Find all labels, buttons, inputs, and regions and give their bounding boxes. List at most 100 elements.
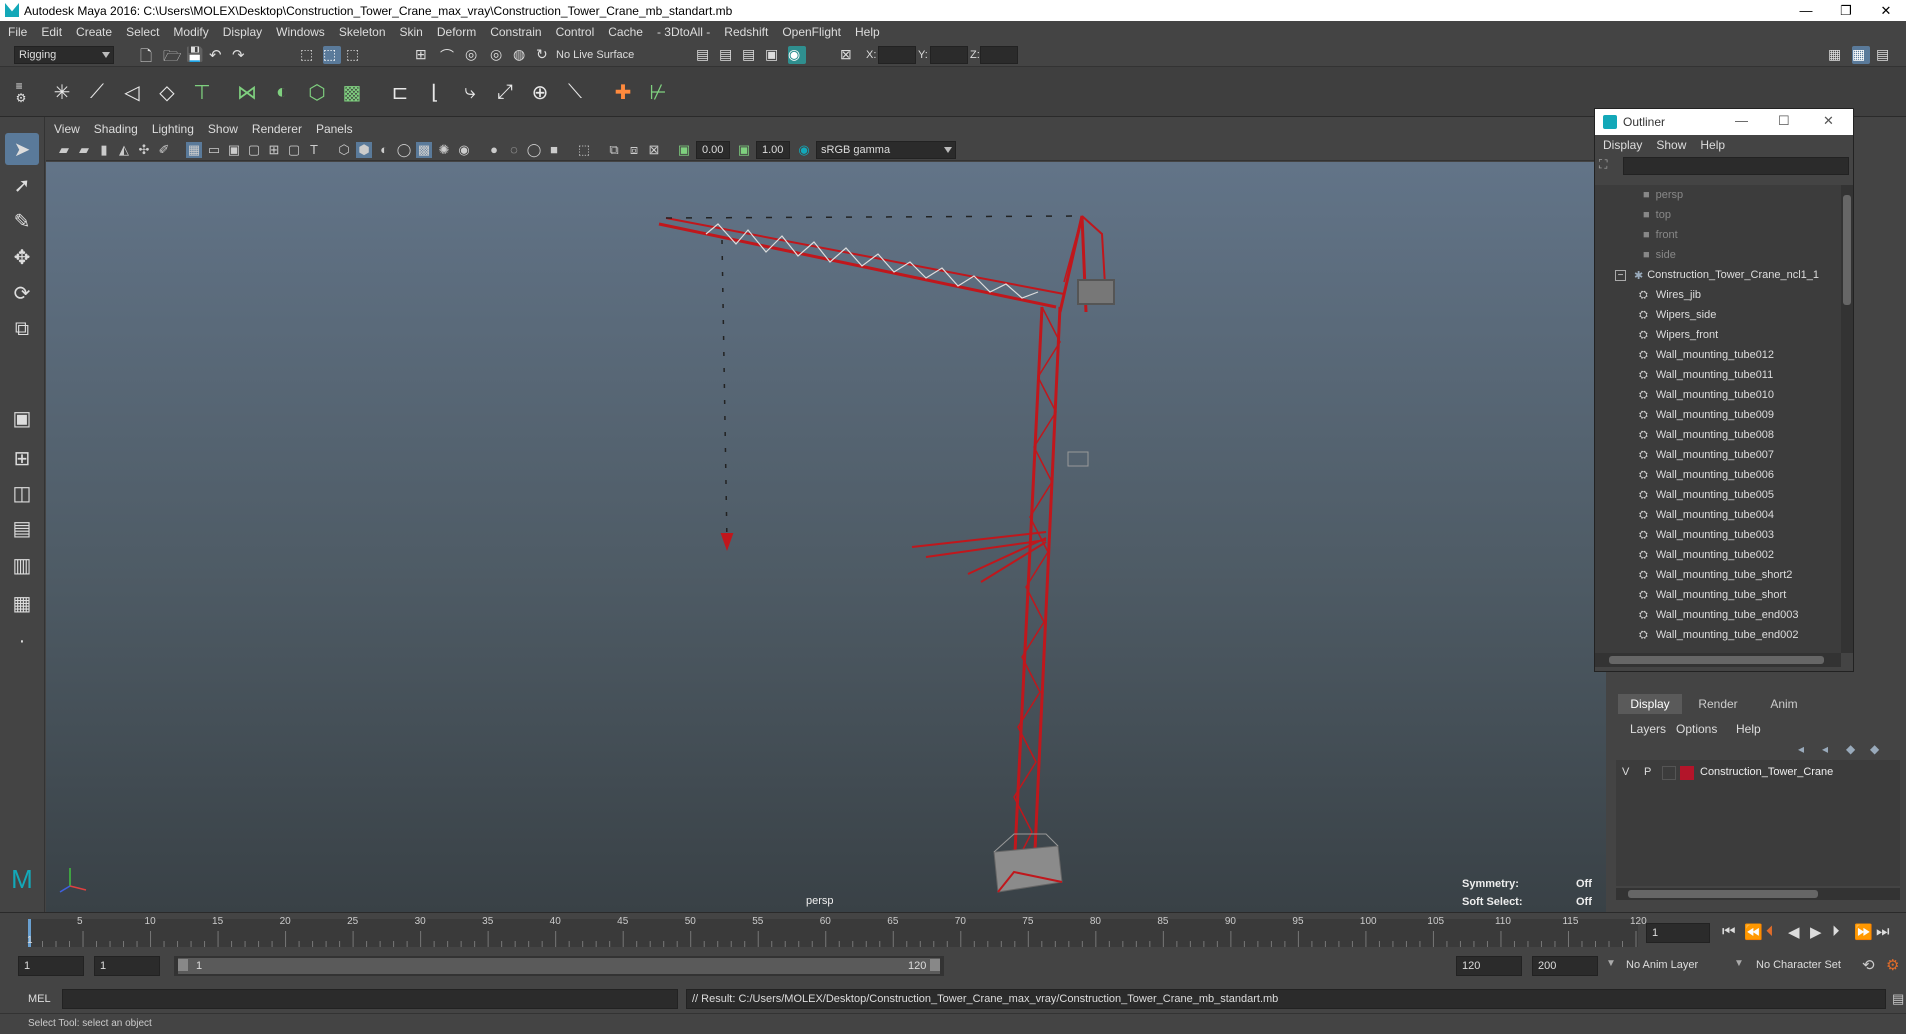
range-slider[interactable]: 1 120 [174, 956, 944, 976]
channel-box-toggle-icon[interactable]: ▦ [1852, 46, 1870, 64]
menu-windows[interactable]: Windows [276, 25, 325, 39]
move-layer-up-icon[interactable]: ◂ [1798, 742, 1804, 756]
outliner-menu-display[interactable]: Display [1603, 138, 1642, 152]
gamma-icon[interactable]: ▣ [736, 142, 752, 158]
exposure-icon[interactable]: ▣ [676, 142, 692, 158]
outliner-item[interactable]: ⛭ Wipers_side [1595, 305, 1840, 325]
flat-shade-icon[interactable]: ◐ [376, 142, 392, 158]
outliner-menu-show[interactable]: Show [1656, 138, 1686, 152]
play-forward-icon[interactable]: ▶ [1810, 923, 1822, 941]
rigid-bind-icon[interactable]: ⬡ [302, 77, 332, 107]
ao-icon[interactable]: ● [486, 142, 502, 158]
grease-pencil-icon[interactable]: ✐ [156, 142, 172, 158]
close-icon[interactable]: ✕ [1866, 0, 1906, 21]
bookmark-icon[interactable]: ▮ [96, 142, 112, 158]
ik-handle-icon[interactable]: ⟋ [82, 77, 112, 107]
quick-layout-icon[interactable]: ▣ [5, 402, 39, 434]
smooth-bind-icon[interactable]: ◐ [267, 77, 297, 107]
shadows-icon[interactable]: ◉ [456, 142, 472, 158]
attribute-editor-toggle-icon[interactable]: ▤ [1876, 46, 1894, 64]
outliner-item[interactable]: ⛭ Wall_mounting_tube003 [1595, 525, 1840, 545]
outliner-item[interactable]: ⛭ Wall_mounting_tube005 [1595, 485, 1840, 505]
paint-select-icon[interactable]: ✎ [5, 205, 39, 237]
outliner-item[interactable]: ⛭ Wall_mounting_tube_short2 [1595, 565, 1840, 585]
render-frame-icon[interactable]: ▤ [696, 46, 714, 64]
outliner-item[interactable]: ⛭ Wall_mounting_tube011 [1595, 365, 1840, 385]
mirror-joint-icon[interactable]: ⊤ [187, 77, 217, 107]
snap-point-icon[interactable]: ◎ [465, 46, 483, 64]
preferences-icon[interactable]: ⚙ [1886, 956, 1899, 974]
film-gate-icon[interactable]: ▭ [206, 142, 222, 158]
scroll-thumb[interactable] [1628, 890, 1818, 898]
outliner-item[interactable]: ⛭ Wall_mounting_tube009 [1595, 405, 1840, 425]
wireframe-icon[interactable]: ⬡ [336, 142, 352, 158]
lasso-tool-icon[interactable]: ➚ [5, 169, 39, 201]
2d-pan-icon[interactable]: ✣ [136, 142, 152, 158]
render-layout-icon[interactable]: ▦ [5, 587, 39, 619]
tab-render[interactable]: Render [1686, 694, 1750, 714]
perspective-viewport[interactable]: persp Symmetry: Off Soft Select: Off [46, 162, 1606, 912]
menu-edit[interactable]: Edit [41, 25, 62, 39]
command-input[interactable] [62, 989, 678, 1009]
restore-icon[interactable]: ❐ [1826, 0, 1866, 21]
layer-color-swatch[interactable] [1680, 766, 1694, 780]
crane-model[interactable] [46, 162, 1606, 912]
collapse-icon[interactable]: − [1615, 269, 1626, 281]
save-scene-icon[interactable]: 💾 [186, 46, 204, 64]
resolution-gate-icon[interactable]: ▣ [226, 142, 242, 158]
menu-file[interactable]: File [8, 25, 27, 39]
select-tool-icon[interactable]: ➤ [5, 133, 39, 165]
aa-icon[interactable]: ◯ [526, 142, 542, 158]
camera-select-icon[interactable]: ▰ [56, 142, 72, 158]
grid-icon[interactable]: ▦ [186, 142, 202, 158]
y-input[interactable] [930, 46, 968, 64]
scale-tool-icon[interactable]: ⧉ [5, 313, 39, 345]
panel-menu-renderer[interactable]: Renderer [252, 122, 302, 136]
menu-select[interactable]: Select [126, 25, 159, 39]
panel-menu-shading[interactable]: Shading [94, 122, 138, 136]
layer-menu-help[interactable]: Help [1736, 722, 1761, 736]
xray-components-icon[interactable]: ⊠ [646, 142, 662, 158]
field-chart-icon[interactable]: ⊞ [266, 142, 282, 158]
range-slider-handle[interactable] [178, 958, 940, 974]
cluster-icon[interactable]: ⊬ [643, 77, 673, 107]
tab-display[interactable]: Display [1618, 694, 1682, 714]
transform-mode-icon[interactable]: ⊠ [840, 46, 858, 64]
outliner-vscrollbar[interactable] [1841, 185, 1853, 653]
layer-state-toggle[interactable] [1662, 766, 1676, 780]
menu-skeleton[interactable]: Skeleton [339, 25, 386, 39]
outliner-item[interactable]: ⛭ Wall_mounting_tube004 [1595, 505, 1840, 525]
safe-action-icon[interactable]: ▢ [286, 142, 302, 158]
menu-display[interactable]: Display [223, 25, 262, 39]
new-scene-icon[interactable]: 🗋 [140, 46, 158, 65]
panel-menu-lighting[interactable]: Lighting [152, 122, 194, 136]
bind-skin-icon[interactable]: ⋈ [232, 77, 262, 107]
outliner-item[interactable]: ⛭ Wall_mounting_tube010 [1595, 385, 1840, 405]
animation-end-input[interactable]: 200 [1532, 956, 1598, 976]
outliner-item[interactable]: ⛭ Wall_mounting_tube002 [1595, 545, 1840, 565]
outliner-layout-icon[interactable]: ▤ [5, 512, 39, 544]
current-frame-input[interactable]: 1 [1646, 923, 1710, 943]
gamma-input[interactable]: 1.00 [756, 141, 790, 159]
outliner-titlebar[interactable]: Outliner — ☐ ✕ [1595, 109, 1853, 135]
auto-key-icon[interactable]: ⟲ [1862, 956, 1875, 974]
anim-layer-dropdown-icon[interactable]: ▼ [1606, 958, 1616, 969]
play-backward-icon[interactable]: ◀ [1788, 923, 1800, 941]
menu-cache[interactable]: Cache [608, 25, 643, 39]
two-view-icon[interactable]: ◫ [5, 477, 39, 509]
outliner-camera-top[interactable]: ■ top [1595, 205, 1840, 225]
maximize-icon[interactable]: ☐ [1778, 113, 1790, 129]
menu-control[interactable]: Control [556, 25, 595, 39]
step-forward-frame-icon[interactable]: ⏵ [1832, 923, 1840, 940]
isolate-select-icon[interactable]: ⬚ [576, 142, 592, 158]
snap-surface-icon[interactable]: ◍ [513, 46, 531, 64]
xray-icon[interactable]: ⧉ [606, 142, 622, 158]
outliner-item[interactable]: ⛭ Wall_mounting_tube008 [1595, 425, 1840, 445]
ipr-render-icon[interactable]: ▤ [719, 46, 737, 64]
lights-icon[interactable]: ✺ [436, 142, 452, 158]
redo-icon[interactable]: ↷ [232, 46, 250, 64]
outliner-search-input[interactable] [1623, 157, 1849, 175]
render-view-icon[interactable]: ◉ [788, 46, 806, 64]
script-language-toggle[interactable]: MEL [28, 993, 51, 1005]
close-icon[interactable]: ✕ [1823, 113, 1834, 129]
